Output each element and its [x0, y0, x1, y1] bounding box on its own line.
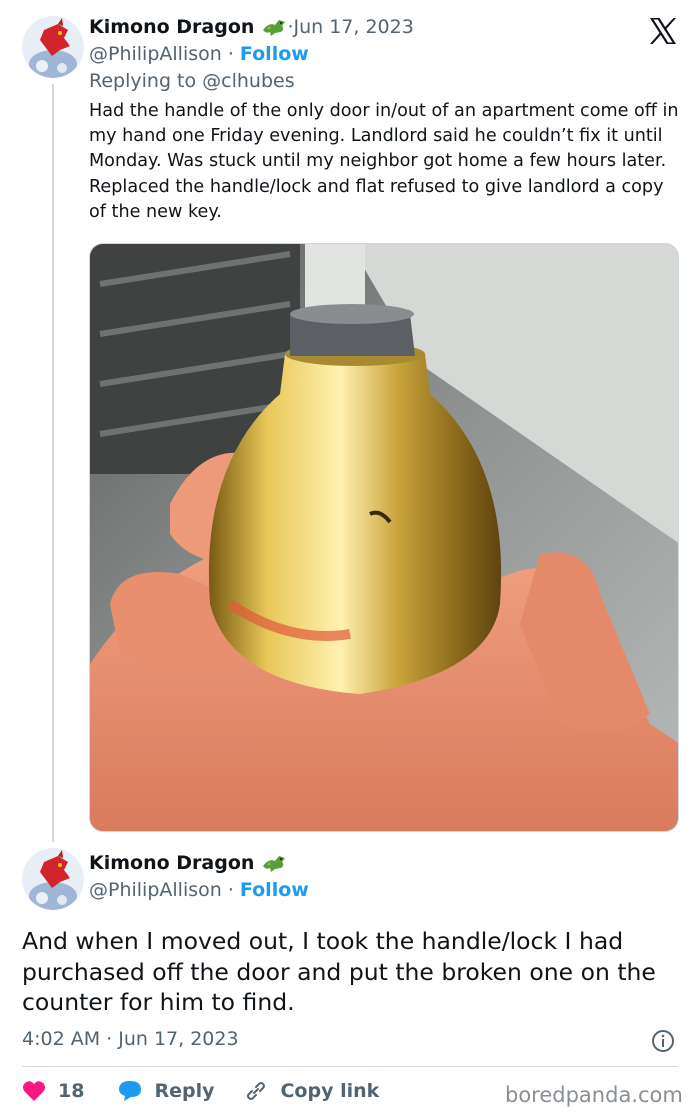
tweet-text: Had the handle of the only door in/out o… — [89, 101, 679, 222]
follow-button[interactable]: Follow — [240, 43, 309, 65]
replying-to[interactable]: Replying to @clhubes — [89, 70, 295, 92]
tweet-photo[interactable] — [89, 243, 679, 832]
copy-link-label: Copy link — [280, 1080, 380, 1102]
author-row: Kimono Dragon — [89, 852, 287, 874]
author-row: Kimono Dragon · Jun 17, 2023 — [89, 16, 414, 38]
author-name[interactable]: Kimono Dragon — [89, 16, 254, 38]
reply-button[interactable]: Reply — [118, 1080, 214, 1102]
divider — [22, 1066, 678, 1067]
reply-bubble-icon — [119, 1081, 142, 1101]
follow-button[interactable]: Follow — [240, 879, 309, 901]
author-handle[interactable]: @PhilipAllison — [89, 879, 222, 901]
tweet-text: And when I moved out, I took the handle/… — [22, 927, 656, 1016]
dragon-emoji-icon — [261, 852, 287, 874]
tweet-date[interactable]: Jun 17, 2023 — [293, 16, 413, 38]
like-button[interactable]: 18 — [22, 1080, 84, 1102]
avatar[interactable] — [22, 848, 84, 910]
link-icon — [247, 1082, 266, 1100]
author-handle[interactable]: @PhilipAllison — [89, 43, 222, 65]
avatar[interactable] — [22, 16, 84, 78]
handle-row: @PhilipAllison · Follow — [89, 43, 309, 65]
handle-separator: · — [221, 43, 240, 65]
like-count: 18 — [58, 1080, 85, 1102]
handle-row: @PhilipAllison · Follow — [89, 879, 309, 901]
thread-line — [52, 84, 54, 842]
handle-separator: · — [221, 879, 240, 901]
watermark: boredpanda.com — [505, 1083, 683, 1107]
x-logo-icon[interactable] — [648, 16, 678, 46]
action-bar: 18 Reply Copy link — [22, 1079, 379, 1103]
info-icon[interactable] — [651, 1029, 675, 1053]
heart-icon — [23, 1081, 45, 1101]
copy-link-button[interactable]: Copy link — [244, 1079, 379, 1103]
tweet-timestamp[interactable]: 4:02 AM · Jun 17, 2023 — [22, 1028, 239, 1050]
author-name[interactable]: Kimono Dragon — [89, 852, 254, 874]
reply-label: Reply — [154, 1080, 215, 1102]
dragon-emoji-icon — [261, 16, 287, 38]
